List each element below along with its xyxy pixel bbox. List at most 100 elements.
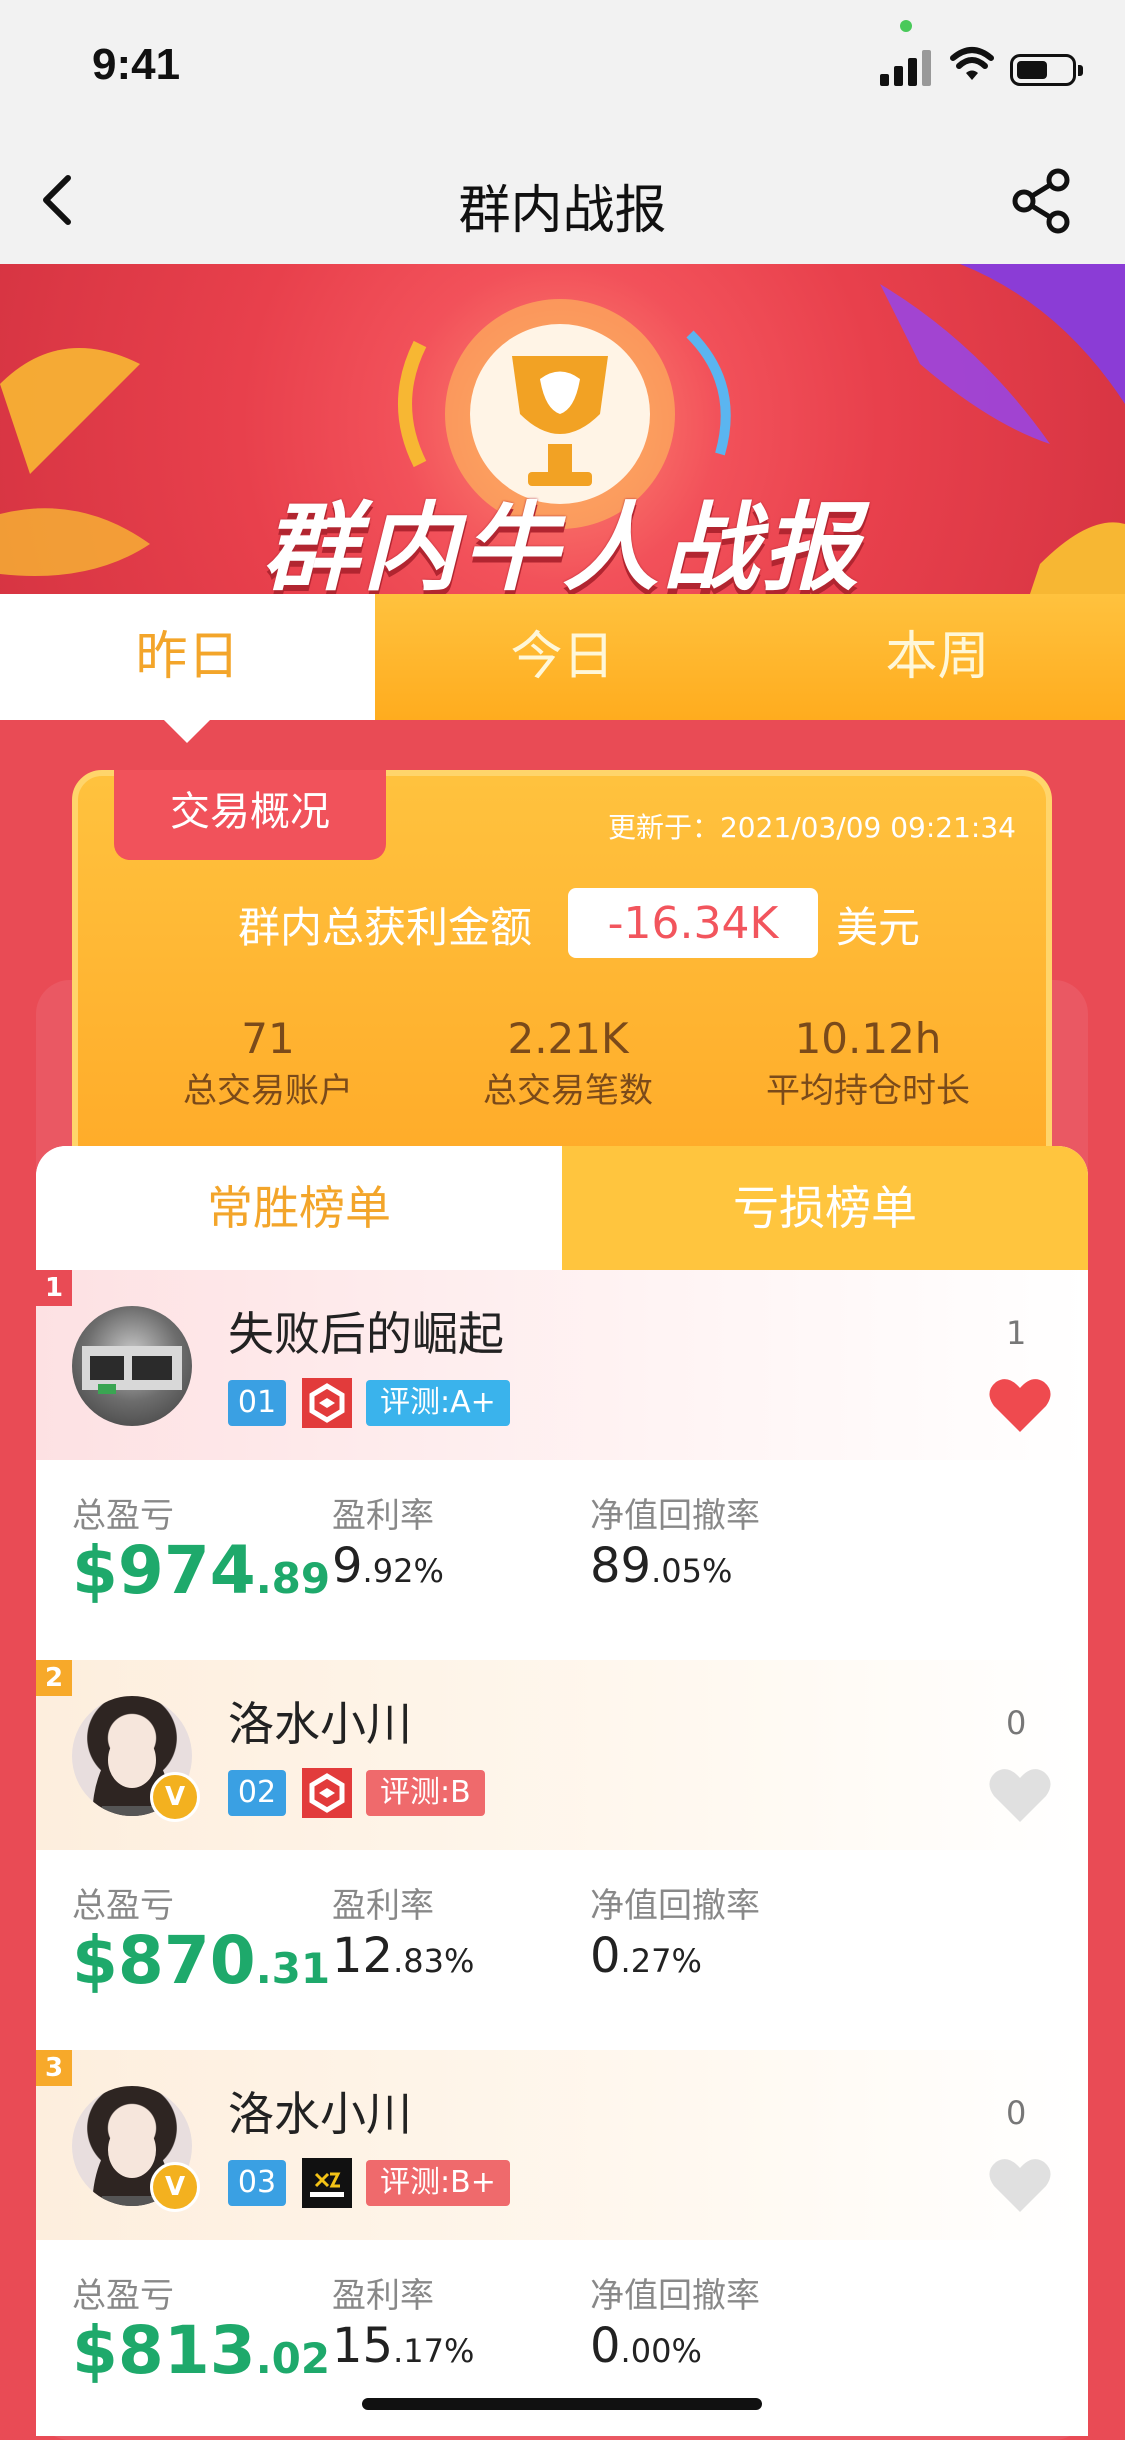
page-title: 群内战报 xyxy=(458,181,667,241)
total-pnl-label: 总盈亏 xyxy=(72,1886,174,1926)
rank-chip: 02 xyxy=(228,1770,286,1816)
heart-icon[interactable] xyxy=(988,1376,1052,1434)
stat-label: 总交易笔数 xyxy=(483,1071,653,1111)
profit-rate-label: 盈利率 xyxy=(332,1886,434,1926)
drawdown-decimal: .05% xyxy=(651,1552,733,1590)
drawdown-value: 0.27% xyxy=(590,1928,702,1984)
wifi-icon xyxy=(950,47,994,80)
profit-rate-main: 9 xyxy=(332,1538,363,1594)
rank-badge: 3 xyxy=(36,2050,72,2086)
stat-label: 总交易账户 xyxy=(183,1071,353,1111)
total-pnl-decimal: .31 xyxy=(255,1944,331,1993)
total-pnl-main: $813 xyxy=(72,2312,256,2389)
total-pnl-decimal: .02 xyxy=(255,2334,331,2383)
broker-logo-icon xyxy=(302,1768,352,1818)
total-pnl-main: $870 xyxy=(72,1922,256,1999)
stat-label: 平均持仓时长 xyxy=(766,1071,970,1111)
nav-bar: 群内战报 xyxy=(0,140,1125,264)
entry-header xyxy=(36,1270,1088,1460)
total-pnl-main: $974 xyxy=(72,1532,256,1609)
avatar[interactable] xyxy=(72,1306,192,1426)
drawdown-main: 0 xyxy=(590,1928,621,1984)
watermark: @失败后的崛起 xyxy=(800,2357,1053,2398)
profit-rate-label: 盈利率 xyxy=(332,1496,434,1536)
stat-accounts: 71 总交易账户 xyxy=(118,1014,418,1112)
total-profit-unit: 美元 xyxy=(836,903,921,952)
status-bar: 9:41 xyxy=(0,0,1125,140)
trade-summary-card: 交易概况 更新于：2021/03/09 09:21:34 群内总获利金额 -16… xyxy=(72,770,1052,1210)
rank-badge: 2 xyxy=(36,1660,72,1696)
drawdown-decimal: .00% xyxy=(620,2332,702,2370)
total-profit-value: -16.34K xyxy=(568,888,818,958)
stat-value: 2.21K xyxy=(507,1014,629,1063)
share-icon[interactable] xyxy=(1010,166,1074,236)
stat-trades: 2.21K 总交易笔数 xyxy=(418,1014,718,1112)
drawdown-main: 0 xyxy=(590,2318,621,2374)
banner: 群内牛人战报 xyxy=(0,264,1125,594)
eval-badge: 评测:A+ xyxy=(366,1380,510,1426)
profit-rate-decimal: .17% xyxy=(393,2332,475,2370)
period-tab-bar: 昨日 今日 本周 xyxy=(0,594,1125,720)
total-pnl-value: $974.89 xyxy=(72,1532,330,1609)
like-count: 0 xyxy=(1006,2094,1027,2132)
total-pnl-decimal: .89 xyxy=(255,1554,331,1603)
eval-badge: 评测:B+ xyxy=(366,2160,510,2206)
stat-value: 10.12h xyxy=(794,1014,942,1063)
battery-icon xyxy=(1010,54,1083,86)
profit-rate-main: 15 xyxy=(332,2318,394,2374)
broker-logo-icon xyxy=(302,1378,352,1428)
updated-time: 更新于：2021/03/09 09:21:34 xyxy=(607,811,1016,844)
user-name[interactable]: 洛水小川 xyxy=(228,1688,412,1754)
tab-losers[interactable]: 亏损榜单 xyxy=(562,1146,1088,1270)
exness-logo-icon xyxy=(302,2158,352,2208)
drawdown-label: 净值回撤率 xyxy=(590,1886,760,1926)
drawdown-label: 净值回撤率 xyxy=(590,2276,760,2316)
rank-chip: 01 xyxy=(228,1380,286,1426)
tab-today[interactable]: 今日 xyxy=(375,594,750,720)
drawdown-value: 0.00% xyxy=(590,2318,702,2374)
eval-badge: 评测:B xyxy=(366,1770,485,1816)
total-pnl-label: 总盈亏 xyxy=(72,1496,174,1536)
stat-hold-time: 10.12h 平均持仓时长 xyxy=(718,1014,1018,1112)
home-indicator[interactable] xyxy=(362,2398,762,2410)
verified-badge-icon: V xyxy=(150,2162,200,2212)
entry-header xyxy=(36,2050,1088,2240)
drawdown-label: 净值回撤率 xyxy=(590,1496,760,1536)
entry-header xyxy=(36,1660,1088,1850)
list-item[interactable]: 1 失败后的崛起 01 评测:A+ 1 总盈亏 盈利率 净值回撤率 $974.8… xyxy=(36,1270,1088,1662)
heart-icon[interactable] xyxy=(988,1766,1052,1824)
user-name[interactable]: 失败后的崛起 xyxy=(228,1298,504,1364)
privacy-indicator xyxy=(900,20,912,32)
cellular-signal-icon xyxy=(880,50,934,86)
rank-badge: 1 xyxy=(36,1270,72,1306)
profit-rate-decimal: .92% xyxy=(362,1552,444,1590)
banner-title: 群内牛人战报 xyxy=(262,492,863,594)
status-time: 9:41 xyxy=(92,40,181,89)
profit-rate-value: 9.92% xyxy=(332,1538,444,1594)
user-name[interactable]: 洛水小川 xyxy=(228,2078,412,2144)
like-count: 0 xyxy=(1006,1704,1027,1742)
heart-icon[interactable] xyxy=(988,2156,1052,2214)
drawdown-value: 89.05% xyxy=(590,1538,732,1594)
profit-rate-label: 盈利率 xyxy=(332,2276,434,2316)
drawdown-decimal: .27% xyxy=(620,1942,702,1980)
total-profit-label: 群内总获利金额 xyxy=(238,903,533,952)
summary-tag: 交易概况 xyxy=(114,770,386,860)
total-pnl-value: $813.02 xyxy=(72,2312,330,2389)
stat-value: 71 xyxy=(241,1014,295,1063)
total-pnl-value: $870.31 xyxy=(72,1922,330,1999)
verified-badge-icon: V xyxy=(150,1772,200,1822)
ranking-panel: 常胜榜单 亏损榜单 1 失败后的崛起 01 评测:A+ 1 总盈亏 盈利率 净值… xyxy=(36,1146,1088,2436)
tab-this-week[interactable]: 本周 xyxy=(750,594,1125,720)
profit-rate-value: 12.83% xyxy=(332,1928,474,1984)
total-pnl-label: 总盈亏 xyxy=(72,2276,174,2316)
tab-winners[interactable]: 常胜榜单 xyxy=(36,1146,562,1270)
list-item[interactable]: 2 V 洛水小川 02 评测:B 0 总盈亏 盈利率 净值回撤率 $870.31… xyxy=(36,1660,1088,2052)
like-count: 1 xyxy=(1006,1314,1027,1352)
avatar-photo xyxy=(82,1346,182,1394)
profit-rate-value: 15.17% xyxy=(332,2318,474,2374)
rank-chip: 03 xyxy=(228,2160,286,2206)
profit-rate-decimal: .83% xyxy=(393,1942,475,1980)
drawdown-main: 89 xyxy=(590,1538,652,1594)
profit-rate-main: 12 xyxy=(332,1928,394,1984)
